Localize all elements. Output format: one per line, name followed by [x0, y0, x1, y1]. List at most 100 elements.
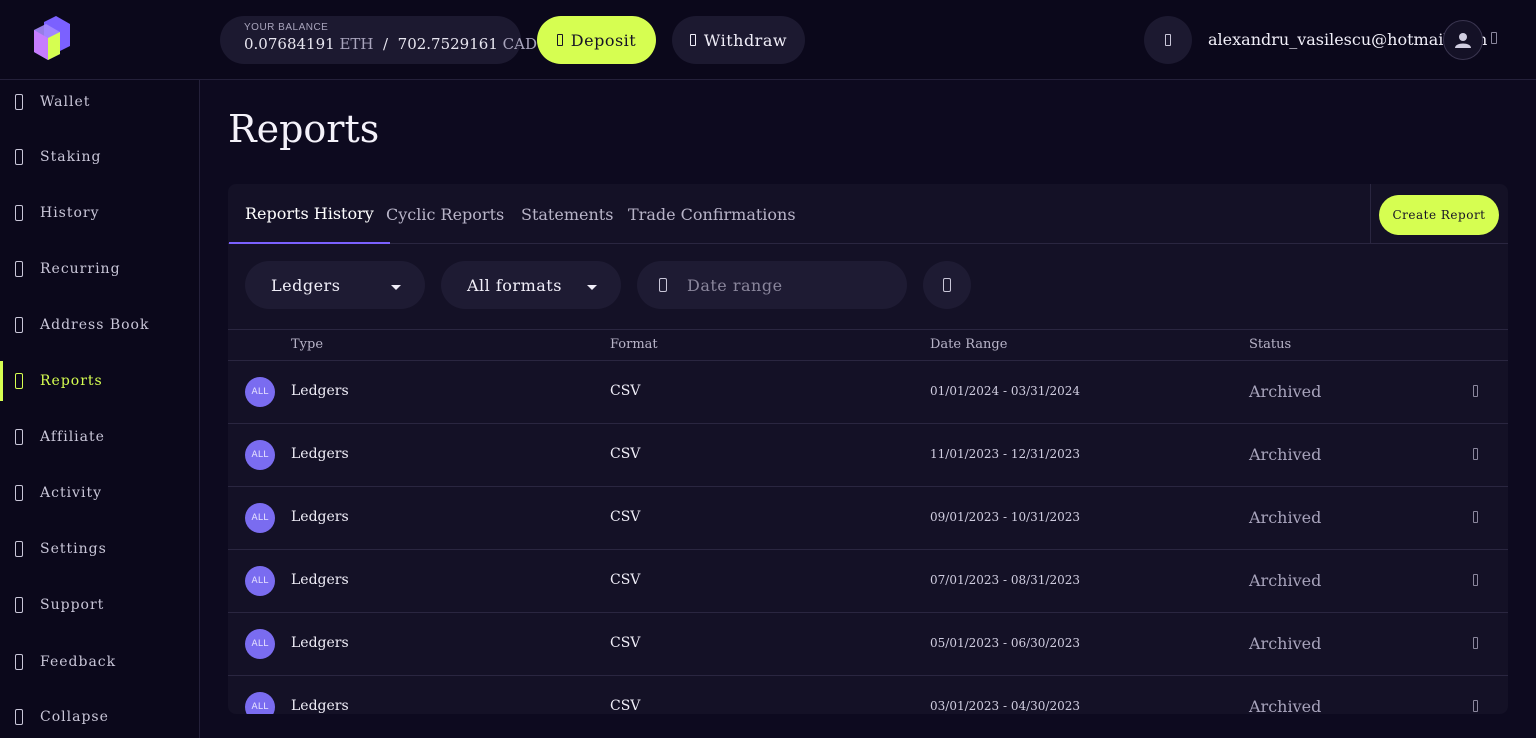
calendar-icon	[659, 278, 667, 292]
sidebar-item-feedback[interactable]: Feedback	[0, 642, 199, 682]
brand-logo-icon[interactable]	[30, 16, 74, 64]
date-range-input[interactable]	[687, 261, 897, 309]
table-row[interactable]: ALL Ledgers CSV 07/01/2023 - 08/31/2023 Arch…	[228, 550, 1508, 613]
column-header-format[interactable]: Format	[610, 337, 658, 352]
type-badge: ALL	[245, 377, 275, 407]
row-menu-icon[interactable]	[1473, 448, 1478, 460]
type-badge: ALL	[245, 503, 275, 533]
balance-label: YOUR BALANCE	[244, 22, 329, 33]
activity-icon	[15, 485, 23, 501]
row-menu-icon[interactable]	[1473, 574, 1478, 586]
cell-date-range: 07/01/2023 - 08/31/2023	[930, 573, 1081, 587]
table-row[interactable]: ALL Ledgers CSV 03/01/2023 - 04/30/2023 Arch…	[228, 676, 1508, 714]
balance-display: YOUR BALANCE 0.07684191 ETH / 702.752916…	[220, 16, 537, 64]
sidebar-item-label: Wallet	[40, 94, 91, 110]
sidebar-item-activity[interactable]: Activity	[0, 473, 199, 513]
cell-status: Archived	[1249, 508, 1322, 527]
filter-options-button[interactable]	[923, 261, 971, 309]
cell-date-range: 01/01/2024 - 03/31/2024	[930, 384, 1081, 398]
column-header-type[interactable]: Type	[291, 337, 323, 352]
type-select-value: Ledgers	[271, 275, 341, 295]
format-select[interactable]: All formats	[441, 261, 621, 309]
top-bar: YOUR BALANCE 0.07684191 ETH / 702.752916…	[0, 0, 1536, 80]
sidebar-item-affiliate[interactable]: Affiliate	[0, 417, 199, 457]
notifications-button[interactable]	[1144, 16, 1192, 64]
tab-trade-confirmations[interactable]: Trade Confirmations	[612, 184, 812, 244]
sidebar-item-label: Affiliate	[40, 429, 105, 445]
sidebar-item-label: Address Book	[40, 317, 150, 333]
caret-down-icon	[587, 285, 597, 290]
sidebar-item-settings[interactable]: Settings	[0, 529, 199, 569]
deposit-icon	[556, 34, 563, 46]
cell-status: Archived	[1249, 571, 1322, 590]
cad-amount: 702.7529161	[397, 35, 498, 53]
cell-format: CSV	[610, 383, 641, 399]
date-range-field[interactable]	[637, 261, 907, 309]
user-icon	[1455, 33, 1471, 48]
filter-icon	[943, 278, 951, 292]
sidebar-item-reports[interactable]: Reports	[0, 361, 199, 401]
avatar[interactable]	[1443, 20, 1483, 60]
cell-format: CSV	[610, 572, 641, 588]
column-header-date-range[interactable]: Date Range	[930, 337, 1007, 352]
cell-format: CSV	[610, 635, 641, 651]
page-title: Reports	[228, 107, 380, 151]
row-menu-icon[interactable]	[1473, 385, 1478, 397]
cell-type: Ledgers	[291, 698, 349, 714]
row-menu-icon[interactable]	[1473, 637, 1478, 649]
sidebar-item-label: Support	[40, 597, 105, 613]
tab-cyclic-reports[interactable]: Cyclic Reports	[370, 184, 520, 244]
column-header-status[interactable]: Status	[1249, 337, 1291, 352]
cell-format: CSV	[610, 698, 641, 714]
reports-icon	[15, 373, 23, 389]
account-menu-chevron-icon[interactable]	[1491, 32, 1499, 46]
table-row[interactable]: ALL Ledgers CSV 01/01/2024 - 03/31/2024 Arch…	[228, 361, 1508, 424]
row-menu-icon[interactable]	[1473, 511, 1478, 523]
caret-down-icon	[391, 285, 401, 290]
type-select[interactable]: Ledgers	[245, 261, 425, 309]
sidebar-item-history[interactable]: History	[0, 193, 199, 233]
feedback-icon	[15, 654, 23, 670]
tab-statements[interactable]: Statements	[505, 184, 629, 244]
row-menu-icon[interactable]	[1473, 700, 1478, 712]
sidebar-item-support[interactable]: Support	[0, 585, 199, 625]
sidebar-item-label: Staking	[40, 149, 102, 165]
withdraw-label: Withdraw	[703, 30, 788, 50]
sidebar-item-recurring[interactable]: Recurring	[0, 249, 199, 289]
type-badge: ALL	[245, 692, 275, 714]
cell-status: Archived	[1249, 445, 1322, 464]
table-row[interactable]: ALL Ledgers CSV 09/01/2023 - 10/31/2023 Arch…	[228, 487, 1508, 550]
cell-type: Ledgers	[291, 635, 349, 651]
bell-icon	[1165, 34, 1171, 46]
deposit-button[interactable]: Deposit	[537, 16, 656, 64]
cell-format: CSV	[610, 446, 641, 462]
type-badge: ALL	[245, 566, 275, 596]
sidebar-item-staking[interactable]: Staking	[0, 137, 199, 177]
support-icon	[15, 597, 23, 613]
wallet-icon	[15, 94, 23, 110]
cell-date-range: 05/01/2023 - 06/30/2023	[930, 636, 1081, 650]
sidebar-item-address-book[interactable]: Address Book	[0, 305, 199, 345]
sidebar-item-label: History	[40, 205, 100, 221]
cell-status: Archived	[1249, 634, 1322, 653]
format-select-value: All formats	[467, 275, 562, 295]
type-badge: ALL	[245, 440, 275, 470]
cell-type: Ledgers	[291, 572, 349, 588]
tab-reports-history[interactable]: Reports History	[229, 184, 390, 244]
withdraw-button[interactable]: Withdraw	[672, 16, 805, 64]
table-header: Type Format Date Range Status	[228, 330, 1508, 361]
table-row[interactable]: ALL Ledgers CSV 11/01/2023 - 12/31/2023 Arch…	[228, 424, 1508, 487]
sidebar-item-collapse[interactable]: Collapse	[0, 697, 199, 737]
sidebar-item-wallet[interactable]: Wallet	[0, 82, 199, 122]
create-report-button[interactable]: Create Report	[1379, 195, 1499, 235]
sidebar-item-label: Activity	[40, 485, 102, 501]
recurring-icon	[15, 261, 23, 277]
table-row[interactable]: ALL Ledgers CSV 05/01/2023 - 06/30/2023 Arch…	[228, 613, 1508, 676]
sidebar-item-label: Collapse	[40, 709, 109, 725]
sidebar-item-label: Settings	[40, 541, 107, 557]
withdraw-icon	[689, 34, 696, 46]
sidebar-item-label: Feedback	[40, 654, 117, 670]
cell-status: Archived	[1249, 697, 1322, 714]
deposit-label: Deposit	[570, 30, 637, 50]
filter-bar: Ledgers All formats	[228, 245, 1508, 330]
